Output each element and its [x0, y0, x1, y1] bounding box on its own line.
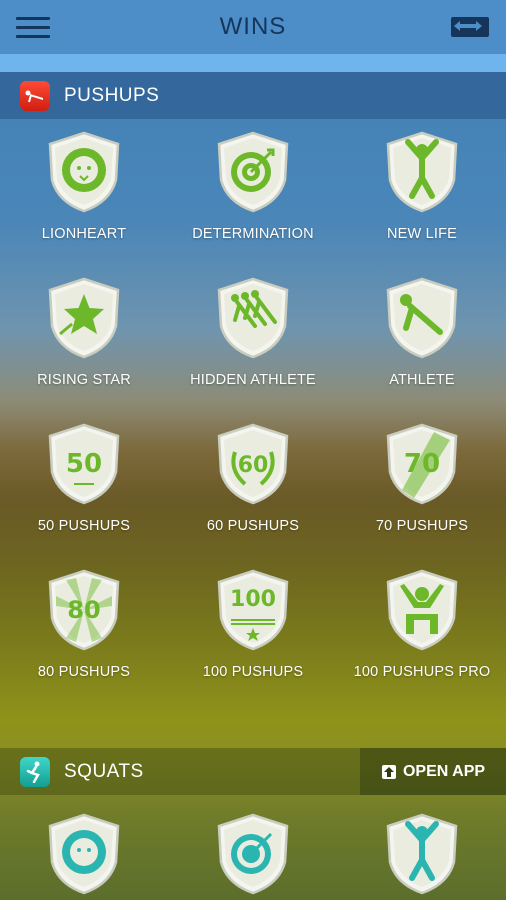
- eighty-rays-icon[interactable]: 80: [46, 568, 122, 652]
- pushup-people-icon[interactable]: [215, 276, 291, 360]
- badge-item[interactable]: [0, 812, 168, 896]
- jumping-person-icon[interactable]: [384, 130, 460, 214]
- badge-label: NEW LIFE: [386, 226, 458, 242]
- badge-item[interactable]: DETERMINATION: [169, 130, 337, 242]
- section-title: SQUATS: [64, 760, 144, 782]
- hundred-stars-icon[interactable]: 100: [215, 568, 291, 652]
- badge-item[interactable]: ATHLETE: [338, 276, 506, 388]
- open-app-button[interactable]: OPEN APP: [360, 748, 506, 795]
- badge-label: 100 PUSHUPS PRO: [353, 664, 491, 680]
- badge-item[interactable]: LIONHEART: [0, 130, 168, 242]
- squats-section-header[interactable]: SQUATS OPEN APP: [0, 748, 506, 795]
- badge-item[interactable]: RISING STAR: [0, 276, 168, 388]
- badge-label: DETERMINATION: [192, 226, 314, 242]
- sixty-laurel-icon[interactable]: 60: [215, 422, 291, 506]
- badge-item[interactable]: NEW LIFE: [338, 130, 506, 242]
- star-icon[interactable]: [46, 276, 122, 360]
- svg-text:70: 70: [404, 449, 440, 479]
- pushup-person-icon[interactable]: [384, 276, 460, 360]
- target-icon[interactable]: [215, 130, 291, 214]
- target-icon[interactable]: [215, 812, 291, 896]
- badge-label: RISING STAR: [37, 372, 131, 388]
- badge-label: 60 PUSHUPS: [206, 518, 300, 534]
- open-app-label: OPEN APP: [402, 762, 486, 780]
- hamburger-menu-icon[interactable]: [16, 17, 50, 39]
- badge-label: 70 PUSHUPS: [375, 518, 469, 534]
- badge-label: LIONHEART: [41, 226, 127, 242]
- badge-label: 80 PUSHUPS: [37, 664, 131, 680]
- badge-item[interactable]: [338, 812, 506, 896]
- page-title: WINS: [219, 13, 287, 40]
- pushups-section-header[interactable]: PUSHUPS: [0, 72, 506, 119]
- accent-strip: [0, 54, 506, 72]
- badge-item[interactable]: 60 60 PUSHUPS: [169, 422, 337, 534]
- badge-label: ATHLETE: [389, 372, 455, 388]
- badge-label: HIDDEN ATHLETE: [190, 372, 316, 388]
- badge-item[interactable]: HIDDEN ATHLETE: [169, 276, 337, 388]
- champion-icon[interactable]: [384, 568, 460, 652]
- fifty-badge-icon[interactable]: 50: [46, 422, 122, 506]
- svg-text:100: 100: [230, 587, 276, 612]
- pushup-app-icon: [20, 80, 50, 111]
- badge-item[interactable]: 100 100 PUSHUPS: [169, 568, 337, 680]
- svg-text:60: 60: [238, 453, 269, 478]
- open-app-icon: [381, 764, 396, 779]
- switch-apps-icon[interactable]: [450, 15, 490, 39]
- badge-item[interactable]: [169, 812, 337, 896]
- badge-label: 100 PUSHUPS: [202, 664, 304, 680]
- badge-item[interactable]: 100 PUSHUPS PRO: [338, 568, 506, 680]
- svg-text:80: 80: [67, 596, 100, 624]
- badge-item[interactable]: 50 50 PUSHUPS: [0, 422, 168, 534]
- seventy-stripe-icon[interactable]: 70: [384, 422, 460, 506]
- jumping-person-icon[interactable]: [384, 812, 460, 896]
- section-title: PUSHUPS: [64, 84, 160, 106]
- badge-item[interactable]: 70 70 PUSHUPS: [338, 422, 506, 534]
- lion-icon[interactable]: [46, 130, 122, 214]
- badge-label: 50 PUSHUPS: [37, 518, 131, 534]
- svg-text:50: 50: [66, 449, 102, 479]
- squat-app-icon: [20, 756, 50, 787]
- top-bar: WINS: [0, 0, 506, 54]
- badge-item[interactable]: 80 80 PUSHUPS: [0, 568, 168, 680]
- lion-icon[interactable]: [46, 812, 122, 896]
